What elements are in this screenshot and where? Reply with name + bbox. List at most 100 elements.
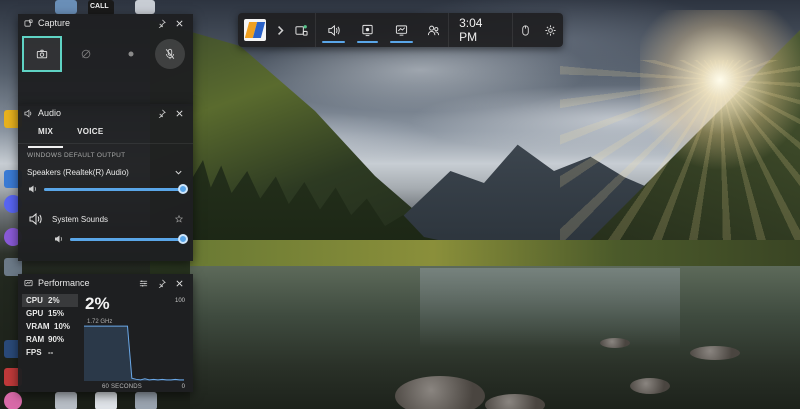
record-dot-icon: [128, 51, 134, 57]
audio-widget: Audio MIX VOICE WINDOWS DEFAULT OUTPUT S…: [18, 104, 193, 261]
graph-x-label: 60 SECONDS: [102, 384, 143, 390]
performance-monitor-icon: [396, 24, 408, 36]
record-last-icon: [82, 49, 91, 59]
performance-header[interactable]: Performance: [18, 274, 193, 292]
slider-fill: [44, 187, 183, 191]
star-icon[interactable]: [175, 215, 183, 223]
app-volume-slider[interactable]: [70, 234, 188, 244]
mouse-icon: [522, 24, 529, 36]
performance-options-button[interactable]: [135, 275, 151, 291]
clock-time: 3:04 PM: [459, 16, 483, 44]
pin-icon: [158, 19, 166, 28]
desktop-icon[interactable]: [135, 0, 155, 14]
slider-thumb[interactable]: [178, 234, 188, 244]
screenshot-button[interactable]: [22, 36, 62, 72]
performance-body: CPU 2% GPU 15% VRAM 10% RAM 90% FPS -- 2% 1.7…: [18, 292, 193, 392]
speaker-icon: [24, 108, 34, 118]
pin-icon: [158, 279, 166, 288]
performance-widget: Performance CPU 2% GPU 15% VRAM 10% RAM 90% …: [18, 274, 193, 392]
capture-controls: [18, 32, 193, 72]
selected-metric-value: 2%: [85, 294, 110, 313]
desktop-icon[interactable]: [4, 392, 22, 409]
camera-icon: [36, 49, 48, 59]
pin-button[interactable]: [153, 275, 169, 291]
desktop-icon[interactable]: [55, 392, 77, 409]
speaker-icon: [29, 212, 42, 226]
capture-header[interactable]: Capture: [18, 14, 193, 32]
mic-off-icon: [165, 48, 175, 60]
monitor-record-icon: [362, 24, 373, 36]
performance-title: Performance: [38, 278, 90, 288]
volume-icon[interactable]: [28, 184, 38, 194]
speaker-icon: [328, 24, 341, 36]
wallpaper-rock: [485, 394, 545, 409]
clock: 3:04 PM: [449, 13, 512, 47]
game-bar: 3:04 PM: [238, 13, 563, 47]
volume-icon[interactable]: [54, 234, 64, 244]
tab-mix[interactable]: MIX: [26, 125, 65, 148]
device-volume-slider[interactable]: [44, 184, 188, 194]
audio-tabs: MIX VOICE: [18, 122, 193, 148]
close-button[interactable]: [171, 15, 187, 31]
wallpaper-rock: [600, 338, 630, 348]
widget-performance-button[interactable]: [384, 13, 419, 47]
cpu-usage-graph: [84, 325, 184, 381]
slider-thumb[interactable]: [178, 184, 188, 194]
metric-cpu[interactable]: CPU 2%: [22, 294, 78, 307]
settings-button[interactable]: [538, 13, 563, 47]
pin-button[interactable]: [153, 105, 169, 121]
cpu-graph-area-fill: [84, 326, 184, 381]
app-volume-row: [18, 230, 193, 248]
mic-toggle-button[interactable]: [154, 39, 185, 69]
close-icon: [175, 279, 183, 287]
chevron-down-icon: [175, 170, 182, 175]
active-indicator: [390, 41, 414, 43]
wallpaper-rock: [630, 378, 670, 394]
audio-title: Audio: [38, 108, 62, 118]
tab-voice[interactable]: VOICE: [65, 125, 115, 143]
widget-social-button[interactable]: [419, 13, 448, 47]
graph-min-label: 0: [181, 384, 185, 390]
wallpaper-reflection: [420, 268, 680, 348]
app-volume-system-sounds: System Sounds: [18, 198, 193, 226]
capture-widget: Capture: [18, 14, 193, 106]
metric-fps[interactable]: FPS --: [22, 346, 78, 359]
desktop-icon[interactable]: [55, 0, 77, 14]
wallpaper-sun: [640, 10, 800, 170]
metric-ram[interactable]: RAM 90%: [22, 333, 78, 346]
capture-widget-icon: [24, 18, 34, 28]
active-indicator: [322, 41, 346, 43]
widget-audio-button[interactable]: [316, 13, 351, 47]
xbox-logo-button[interactable]: [238, 13, 273, 47]
audio-header[interactable]: Audio: [18, 104, 193, 122]
mouse-settings-button[interactable]: [513, 13, 538, 47]
wallpaper-rock: [395, 376, 485, 409]
chevron-right-icon: [278, 25, 284, 35]
metric-list: CPU 2% GPU 15% VRAM 10% RAM 90% FPS --: [22, 294, 78, 392]
cpu-graph-area: 2% 1.72 GHz 100 60 SECONDS 0: [78, 294, 193, 392]
close-button[interactable]: [171, 275, 187, 291]
pin-icon: [158, 109, 166, 118]
active-indicator: [357, 41, 379, 43]
record-last-30s-button[interactable]: [66, 36, 106, 72]
output-device-select[interactable]: Speakers (Realtek(R) Audio): [18, 159, 193, 177]
app-name: System Sounds: [52, 214, 109, 224]
metric-vram[interactable]: VRAM 10%: [22, 320, 78, 333]
widget-capture-toggle-button[interactable]: [351, 13, 384, 47]
slider-fill: [70, 237, 183, 241]
performance-monitor-icon: [24, 278, 34, 288]
people-icon: [428, 25, 440, 35]
graph-max-label: 100: [174, 298, 185, 304]
desktop-icon[interactable]: [95, 392, 117, 409]
game-logo-icon: [244, 19, 267, 41]
desktop-icon-label: CALL: [90, 3, 109, 10]
capture-widget-icon: [295, 24, 308, 36]
pin-button[interactable]: [153, 15, 169, 31]
metric-gpu[interactable]: GPU 15%: [22, 307, 78, 320]
desktop-icon[interactable]: [135, 392, 157, 409]
start-recording-button[interactable]: [111, 36, 151, 72]
widget-capture-button[interactable]: [288, 13, 315, 47]
expand-chevron-button[interactable]: [273, 13, 288, 47]
close-icon: [175, 19, 183, 27]
close-button[interactable]: [171, 105, 187, 121]
